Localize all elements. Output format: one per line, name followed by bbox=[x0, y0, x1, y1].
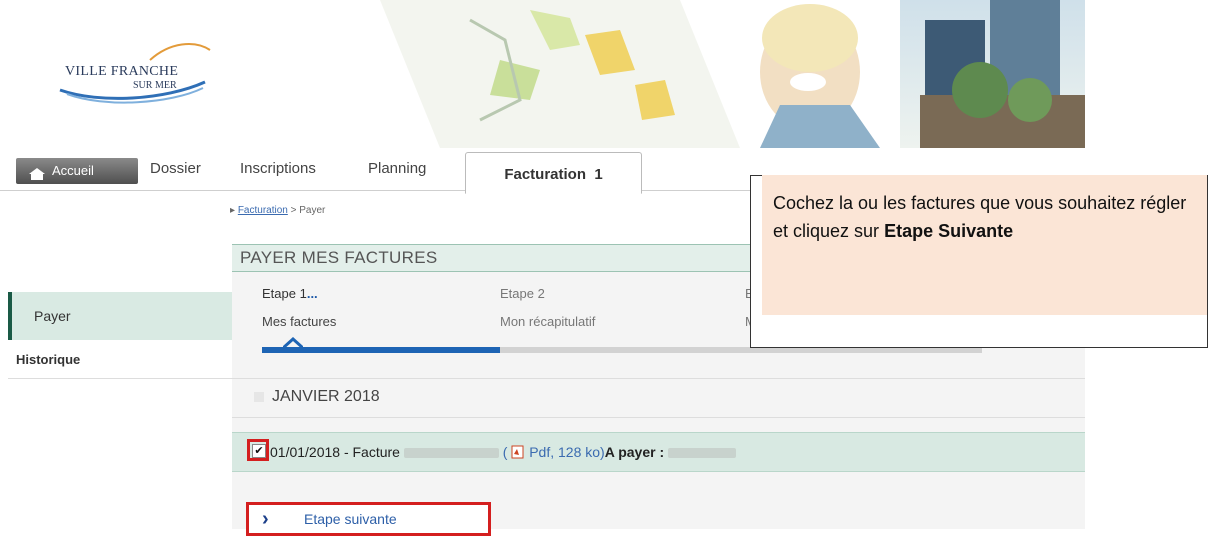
progress-caret-icon bbox=[283, 337, 303, 349]
breadcrumb-link-facturation[interactable]: Facturation bbox=[238, 205, 288, 216]
panel-title: PAYER MES FACTURES bbox=[240, 248, 438, 267]
pdf-download-link[interactable]: Pdf, 128 ko bbox=[529, 444, 600, 460]
tab-facturation-label: Facturation bbox=[504, 166, 586, 183]
logo-text-line2: SUR MER bbox=[133, 80, 177, 91]
tab-facturation[interactable]: Facturation 1 bbox=[465, 152, 642, 194]
header-banner-image bbox=[380, 0, 1085, 148]
city-logo[interactable]: VILLE FRANCHE SUR MER bbox=[55, 42, 235, 112]
invoice-number-redacted bbox=[403, 448, 499, 459]
sidebar-item-historique[interactable]: Historique bbox=[8, 342, 233, 379]
amount-redacted bbox=[668, 448, 736, 459]
sidebar-item-label: Historique bbox=[16, 352, 81, 367]
step-current-indicator: ... bbox=[306, 286, 318, 301]
tab-planning[interactable]: Planning bbox=[368, 154, 426, 184]
breadcrumb-separator: > bbox=[290, 205, 297, 216]
breadcrumb-current: Payer bbox=[299, 205, 326, 216]
home-icon bbox=[28, 164, 46, 190]
tab-home[interactable]: Accueil bbox=[16, 158, 138, 184]
invoice-text: 01/01/2018 - Facture ( Pdf, 128 ko)A pay… bbox=[270, 444, 736, 460]
next-step-label: Etape suivante bbox=[304, 511, 397, 527]
sidebar-item-payer[interactable]: Payer bbox=[8, 292, 237, 340]
amount-due-label: A payer : bbox=[604, 444, 665, 460]
invoice-checkbox[interactable]: ✔ bbox=[252, 444, 266, 458]
tab-dossier[interactable]: Dossier bbox=[150, 154, 201, 184]
breadcrumb: ▸ Facturation > Payer bbox=[230, 205, 325, 216]
tab-inscriptions[interactable]: Inscriptions bbox=[240, 154, 316, 184]
site-header: VILLE FRANCHE SUR MER bbox=[0, 0, 1085, 148]
instruction-text: Cochez la ou les factures que vous souha… bbox=[773, 189, 1198, 245]
sidebar-item-label: Payer bbox=[34, 308, 71, 324]
breadcrumb-bullet-icon: ▸ bbox=[230, 205, 236, 216]
month-toggle-icon[interactable] bbox=[254, 392, 264, 402]
tab-facturation-badge: 1 bbox=[594, 166, 603, 183]
step-2-title: Etape 2 bbox=[500, 286, 545, 301]
step-2-subtitle: Mon récapitulatif bbox=[500, 314, 596, 329]
month-label: JANVIER 2018 bbox=[272, 388, 380, 405]
logo-text-line1: VILLE FRANCHE bbox=[65, 64, 179, 79]
pdf-open-paren: ( bbox=[502, 444, 508, 460]
instruction-emphasis: Etape Suivante bbox=[884, 221, 1014, 241]
step-1-subtitle: Mes factures bbox=[262, 314, 337, 329]
chevron-right-icon: › bbox=[262, 508, 269, 530]
pdf-icon bbox=[511, 444, 525, 460]
invoice-date-label: 01/01/2018 - Facture bbox=[270, 444, 400, 460]
step-1-title: Etape 1... bbox=[262, 286, 318, 301]
tab-home-label: Accueil bbox=[52, 163, 94, 178]
